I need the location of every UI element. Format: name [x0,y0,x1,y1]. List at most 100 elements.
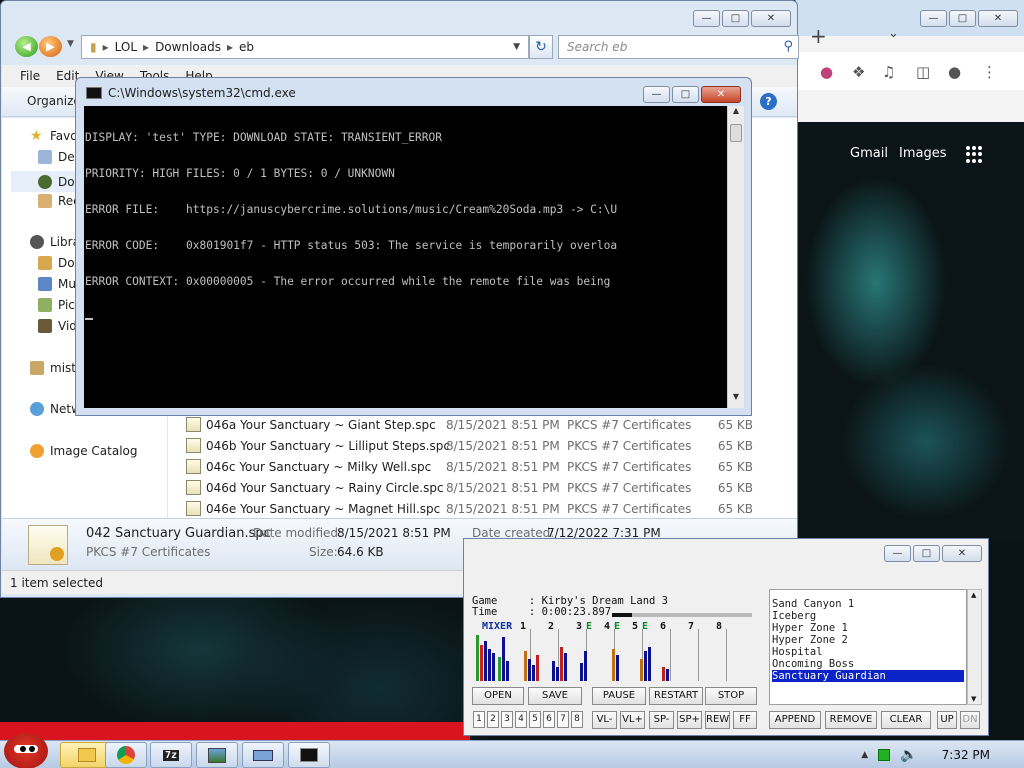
scroll-up-icon[interactable]: ▲ [728,106,744,122]
channel-toggle-4[interactable]: 4 [515,711,527,728]
address-dropdown-icon[interactable]: ▼ [513,42,520,52]
menu-icon[interactable]: ⋮ [982,63,997,81]
playlist[interactable]: Sand Canyon 1 Iceberg Hyper Zone 1 Hyper Zo… [769,589,967,705]
start-button[interactable] [4,733,48,768]
refresh-button[interactable]: ↻ [529,35,553,59]
gmail-link[interactable]: Gmail [850,146,888,161]
forward-button[interactable]: ▶ [39,36,62,57]
images-link[interactable]: Images [899,146,947,161]
restart-button[interactable]: RESTART [649,687,703,705]
apps-grid-icon[interactable] [966,146,983,163]
playback-progress[interactable] [612,613,752,617]
file-row[interactable]: 046b Your Sanctuary ~ Lilliput Steps.spc… [168,435,797,456]
channel-toggle-7[interactable]: 7 [557,711,569,728]
minimize-button[interactable]: — [920,10,947,27]
clock[interactable]: 7:32 PM [942,748,990,762]
address-bar[interactable]: ▮ ▸ LOL ▸ Downloads ▸ eb ▼ [81,35,529,59]
playlist-item[interactable]: Hospital [772,646,964,658]
save-button[interactable]: SAVE [528,687,582,705]
stop-button[interactable]: STOP [705,687,757,705]
level-bar [492,653,495,681]
level-bar [612,649,615,681]
level-bar [476,635,479,681]
file-row[interactable]: 046e Your Sanctuary ~ Magnet Hill.spc 8/… [168,498,797,519]
recent-pages-icon[interactable]: ▼ [67,39,74,49]
playlist-item[interactable]: Sand Canyon 1 [772,598,964,610]
pause-button[interactable]: PAUSE [592,687,646,705]
minimize-button[interactable]: — [693,10,720,27]
playlist-item[interactable]: Hyper Zone 2 [772,634,964,646]
scroll-down-icon[interactable]: ▼ [728,392,744,408]
file-row[interactable]: 046d Your Sanctuary ~ Rainy Circle.spc 8… [168,477,797,498]
channel-toggle-6[interactable]: 6 [543,711,555,728]
close-button[interactable]: ✕ [942,545,982,562]
fast-forward-button[interactable]: FF [733,711,757,729]
sidepanel-icon[interactable]: ◫ [916,63,930,81]
close-button[interactable]: ✕ [751,10,791,27]
maximize-button[interactable]: □ [672,86,699,103]
chrome-taskbar-button[interactable] [105,742,147,768]
open-button[interactable]: OPEN [472,687,524,705]
cmd-taskbar-button[interactable] [288,742,330,768]
scroll-up-icon[interactable]: ▲ [971,591,976,599]
rewind-button[interactable]: REW [705,711,730,729]
clear-button[interactable]: CLEAR [881,711,931,729]
maximize-button[interactable]: □ [949,10,976,27]
file-row[interactable]: 046a Your Sanctuary ~ Giant Step.spc 8/1… [168,414,797,435]
scroll-down-icon[interactable]: ▼ [971,695,976,703]
file-row[interactable]: 046c Your Sanctuary ~ Milky Well.spc 8/1… [168,456,797,477]
back-button[interactable]: ◀ [15,36,38,57]
channel-toggle-8[interactable]: 8 [571,711,583,728]
scroll-thumb[interactable] [730,124,742,142]
speed-down-button[interactable]: SP- [649,711,674,729]
channel-label: 7 [688,621,695,632]
show-hidden-icons[interactable]: ▲ [861,750,868,760]
maximize-button[interactable]: □ [722,10,749,27]
new-tab-icon[interactable]: + [810,24,827,48]
profile-icon[interactable]: ● [948,63,961,81]
keyboard-taskbar-button[interactable] [242,742,284,768]
channel-toggle-3[interactable]: 3 [501,711,513,728]
channel-toggle-5[interactable]: 5 [529,711,541,728]
help-icon[interactable]: ? [760,93,777,110]
search-input[interactable]: Search eb ⚲ [558,35,799,59]
volume-icon[interactable]: 🔈 [900,747,917,763]
organize-button[interactable]: Organize [27,94,81,108]
minimize-button[interactable]: — [884,545,911,562]
cmd-titlebar[interactable]: C:\Windows\system32\cmd.exe — □ ✕ [76,78,751,106]
playlist-item[interactable]: Sanctuary Guardian [772,670,964,682]
star-icon: ★ [30,128,43,144]
volume-up-button[interactable]: VL+ [620,711,645,729]
move-down-button[interactable]: DN [960,711,980,729]
append-button[interactable]: APPEND [769,711,821,729]
move-up-button[interactable]: UP [937,711,957,729]
puzzle-icon[interactable]: ❖ [852,63,865,81]
remove-button[interactable]: REMOVE [825,711,877,729]
playlist-scrollbar[interactable]: ▲ ▼ [967,589,982,705]
breadcrumb-lol[interactable]: LOL [115,40,137,54]
cmd-scrollbar[interactable]: ▲ ▼ [727,106,744,408]
playlist-item[interactable]: Hyper Zone 1 [772,622,964,634]
playlist-item[interactable]: Oncoming Boss [772,658,964,670]
breadcrumb-eb[interactable]: eb [239,40,254,54]
media-icon[interactable]: ♫ [882,63,895,81]
playlist-item[interactable]: Iceberg [772,610,964,622]
explorer-titlebar[interactable]: — □ ✕ [1,1,797,35]
nav-image-catalog[interactable]: Image Catalog [30,444,137,458]
close-button[interactable]: ✕ [978,10,1018,27]
breadcrumb-downloads[interactable]: Downloads [155,40,221,54]
extension-icon[interactable]: ● [820,63,833,81]
7zip-taskbar-button[interactable]: 7z [150,742,192,768]
channel-toggle-1[interactable]: 1 [473,711,485,728]
menu-file[interactable]: File [20,69,40,83]
close-button[interactable]: ✕ [701,86,741,103]
console-output[interactable]: DISPLAY: 'test' TYPE: DOWNLOAD STATE: TR… [84,106,727,408]
maximize-button[interactable]: □ [913,545,940,562]
volume-down-button[interactable]: VL- [592,711,617,729]
network-status-icon[interactable] [878,749,891,761]
minimize-button[interactable]: — [643,86,670,103]
speed-up-button[interactable]: SP+ [677,711,702,729]
image-viewer-taskbar-button[interactable] [196,742,238,768]
channel-toggle-2[interactable]: 2 [487,711,499,728]
chevron-down-icon[interactable]: ⌄ [888,26,899,41]
